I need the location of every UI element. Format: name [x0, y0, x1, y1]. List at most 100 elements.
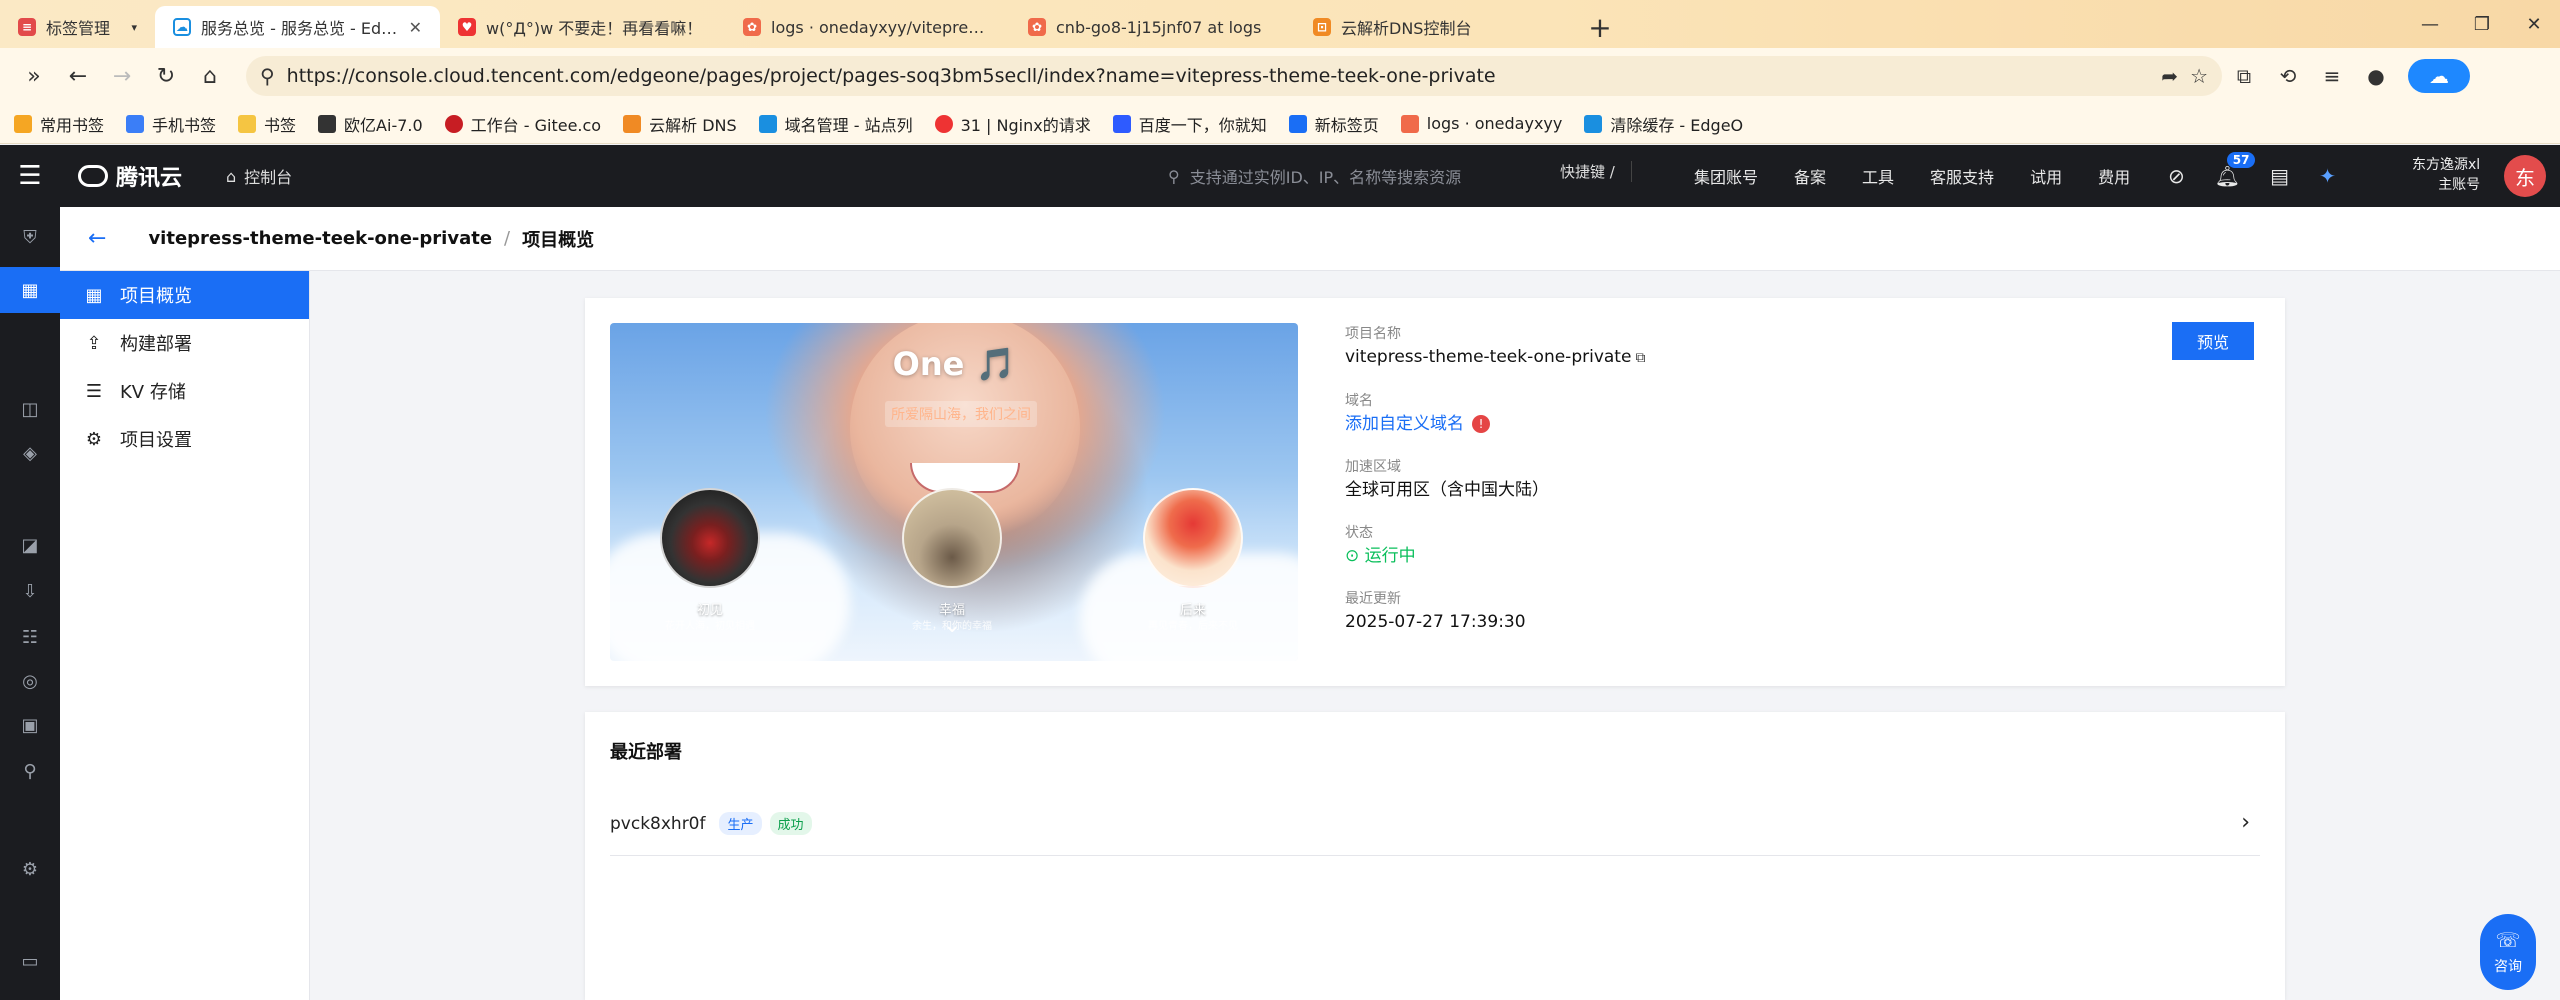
bookmark-item[interactable]: 欧亿Ai-7.0: [318, 112, 423, 136]
project-info: 项目名称 vitepress-theme-teek-one-private ⧉ 域…: [1345, 324, 1645, 655]
profile-icon[interactable]: ●: [2354, 54, 2398, 98]
nav-support[interactable]: 客服支持: [1930, 164, 1994, 188]
list-icon[interactable]: ☷: [16, 623, 44, 651]
bookmark-item[interactable]: 31 | Nginx的请求: [934, 112, 1091, 136]
bookmarks-bar: 常用书签 手机书签 书签 欧亿Ai-7.0 工作台 - Gitee.co 云解析…: [0, 104, 2560, 144]
back-icon[interactable]: ←: [56, 54, 100, 98]
download-icon[interactable]: ⇩: [16, 577, 44, 605]
link-icon[interactable]: ⊘: [2168, 164, 2185, 188]
cloud-logo-icon: [78, 165, 108, 187]
hamburger-menu-icon[interactable]: ☰: [0, 145, 60, 207]
bookmark-label: 新标签页: [1314, 115, 1379, 135]
ai-assistant-icon[interactable]: ✦: [2319, 164, 2336, 188]
log-icon[interactable]: ▣: [16, 711, 44, 739]
nav-trial[interactable]: 试用: [2030, 164, 2062, 188]
preview-button[interactable]: 预览: [2172, 322, 2254, 360]
new-tab-button[interactable]: +: [1580, 6, 1620, 48]
edgeone-shield-icon[interactable]: ⛨: [16, 223, 44, 251]
forward-icon[interactable]: →: [100, 54, 144, 98]
bookmark-label: 云解析 DNS: [649, 115, 737, 135]
nav-billing[interactable]: 费用: [2098, 164, 2130, 188]
settings-icon[interactable]: ⚙: [16, 855, 44, 883]
site-preview-thumbnail[interactable]: One 🎵 所爱隔山海，我们之间 初见 幸福 后来 花开人海，初见相遇 余生，和…: [610, 323, 1298, 661]
extensions-icon[interactable]: ⧉: [2222, 54, 2266, 98]
feedback-icon[interactable]: ▭: [16, 947, 44, 975]
close-window-icon[interactable]: ✕: [2508, 0, 2560, 48]
bookmark-item[interactable]: 域名管理 - 站点列: [758, 112, 913, 136]
project-name: vitepress-theme-teek-one-private: [1345, 347, 1632, 367]
sidebar-item-settings[interactable]: ⚙ 项目设置: [60, 415, 309, 463]
bookmark-item[interactable]: 工作台 - Gitee.co: [444, 112, 601, 136]
pages-grid-icon[interactable]: ▦: [0, 267, 60, 313]
copy-icon[interactable]: ⧉: [1635, 350, 1645, 366]
field-label: 加速区域: [1345, 459, 1401, 475]
menu-icon[interactable]: ≡: [2310, 54, 2354, 98]
product-icon-rail: ⛨ ▦ ◫ ◈ ◪ ⇩ ☷ ◎ ▣ ⚲ ⚙ ▭: [0, 207, 60, 1000]
shield-check-icon[interactable]: ◈: [16, 439, 44, 467]
tab-bookmark-manager[interactable]: ≡ 标签管理 ▾: [0, 6, 155, 48]
bookmark-folder[interactable]: 书签: [238, 112, 296, 136]
nav-tools[interactable]: 工具: [1862, 164, 1894, 188]
bookmark-item[interactable]: 云解析 DNS: [623, 112, 737, 136]
back-arrow-icon[interactable]: ←: [88, 226, 106, 251]
nav-filing[interactable]: 备案: [1794, 164, 1826, 188]
user-info[interactable]: 东方逸源xl 主账号: [2412, 155, 2480, 195]
minimize-icon[interactable]: —: [2404, 0, 2456, 48]
tab-dns-console[interactable]: ⊡ 云解析DNS控制台: [1295, 6, 1580, 48]
baidu-icon: [1112, 114, 1131, 133]
close-icon[interactable]: ✕: [409, 18, 422, 37]
star-icon[interactable]: ☆: [2190, 64, 2208, 88]
monitor-icon[interactable]: ◎: [16, 667, 44, 695]
bookmark-item[interactable]: 常用书签: [14, 112, 104, 136]
circle-label: 后来: [1179, 603, 1206, 618]
reload-icon[interactable]: ↻: [144, 54, 188, 98]
sidebar-item-deploy[interactable]: ⇪ 构建部署: [60, 319, 309, 367]
shortcut-hint[interactable]: 快捷键 /: [1560, 161, 1632, 182]
updated-value: 2025-07-27 17:39:30: [1345, 612, 1526, 632]
home-icon[interactable]: ⌂: [188, 54, 232, 98]
restore-icon[interactable]: ❐: [2456, 0, 2508, 48]
tab-dont-leave[interactable]: ♥ w(°Д°)w 不要走！再看看嘛！: [440, 6, 725, 48]
env-badge: 生产: [719, 812, 762, 835]
alert-icon: !: [1472, 415, 1490, 433]
project-name-field: 项目名称 vitepress-theme-teek-one-private ⧉: [1345, 324, 1645, 371]
avatar[interactable]: 东: [2504, 155, 2546, 197]
bookmark-label: 域名管理 - 站点列: [784, 115, 913, 135]
chart-icon[interactable]: ◫: [16, 395, 44, 423]
search-icon: ⚲: [1168, 166, 1180, 186]
tab-logs-vitepress[interactable]: ✿ logs · onedayxyy/vitepress-theme: [725, 6, 1010, 48]
nav-group-account[interactable]: 集团账号: [1694, 164, 1758, 188]
tencent-cloud-logo[interactable]: 腾讯云: [78, 160, 182, 192]
dashboard-icon: ▦: [85, 284, 103, 306]
bookmark-item[interactable]: 清除缓存 - EdgeO: [1584, 112, 1743, 136]
share-icon[interactable]: ➦: [2161, 64, 2178, 88]
breadcrumb-project[interactable]: vitepress-theme-teek-one-private: [148, 228, 492, 249]
site-info-icon[interactable]: ⚲: [260, 64, 275, 88]
add-custom-domain-link[interactable]: 添加自定义域名: [1345, 414, 1464, 434]
inbox-icon[interactable]: ▤: [2270, 164, 2289, 188]
url-bar[interactable]: ⚲ https://console.cloud.tencent.com/edge…: [246, 56, 2222, 96]
bookmark-item[interactable]: 新标签页: [1288, 112, 1379, 136]
sidebar-item-kv[interactable]: ☰ KV 存储: [60, 367, 309, 415]
chevron-right-icon[interactable]: ›: [2241, 810, 2250, 835]
bookmark-item[interactable]: 手机书签: [126, 112, 216, 136]
bookmark-item[interactable]: 百度一下，你就知: [1112, 112, 1267, 136]
notification-bell-icon[interactable]: 🔔︎ 57: [2215, 152, 2256, 188]
list-item[interactable]: pvck8xhr0f 生产 成功 ›: [610, 792, 2260, 856]
history-icon[interactable]: ⟲: [2266, 54, 2310, 98]
search-icon[interactable]: ⚲: [16, 757, 44, 785]
upload-icon: ⇪: [86, 332, 102, 354]
field-label: 域名: [1345, 393, 1373, 409]
gitee-icon: [444, 114, 463, 133]
bookmark-label: 欧亿Ai-7.0: [344, 115, 423, 135]
sidebar-toggle-icon[interactable]: »: [12, 54, 56, 98]
console-home-link[interactable]: ⌂ 控制台: [226, 164, 292, 188]
tab-edgeone-overview[interactable]: ☁ 服务总览 - 服务总览 - EdgeOne ✕: [155, 6, 440, 48]
analytics-icon[interactable]: ◪: [16, 531, 44, 559]
cloud-sync-icon[interactable]: ☁: [2408, 59, 2470, 93]
consult-button[interactable]: ☏ 咨询: [2480, 914, 2536, 990]
bookmark-item[interactable]: logs · onedayxyy: [1400, 114, 1562, 133]
tab-cnb-logs[interactable]: ✿ cnb-go8-1j15jnf07 at logs: [1010, 6, 1295, 48]
sidebar-item-overview[interactable]: ▦ 项目概览: [60, 271, 309, 319]
domain-field: 域名 添加自定义域名!: [1345, 391, 1645, 437]
